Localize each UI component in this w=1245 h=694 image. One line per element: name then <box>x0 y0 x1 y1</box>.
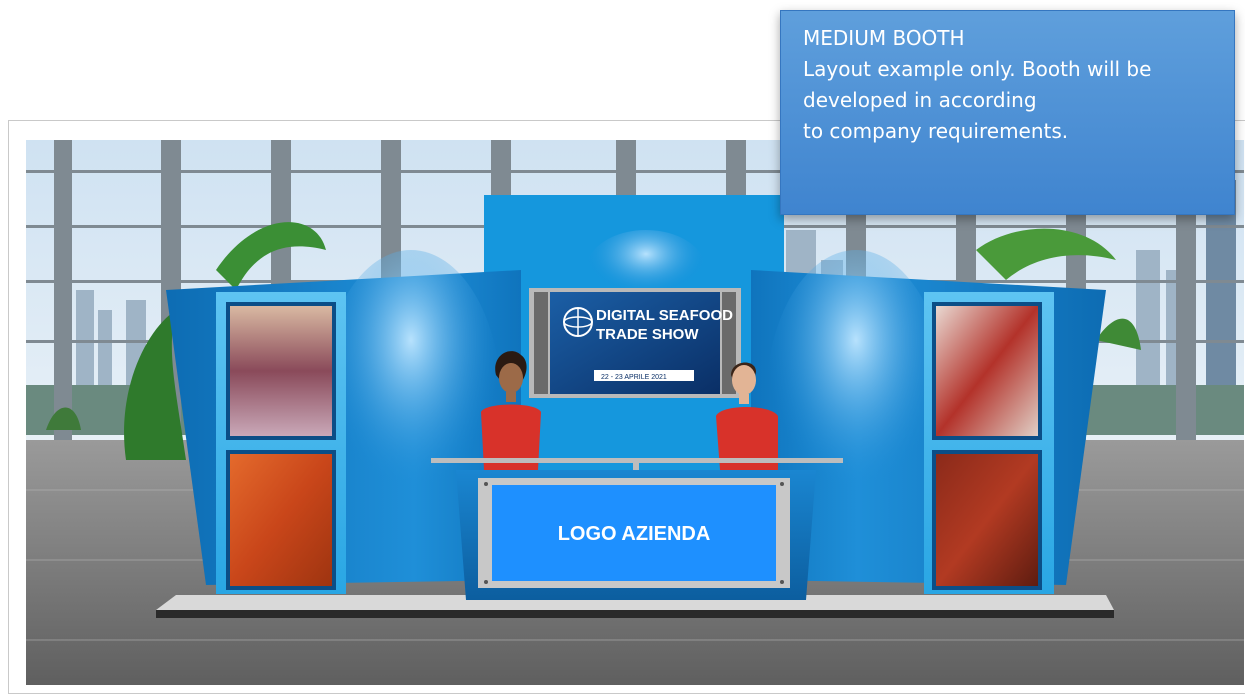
shrimp-photo <box>230 454 332 586</box>
screen-date: 22 - 23 APRILE 2021 <box>601 374 667 381</box>
virtual-booth-scene: DIGITAL SEAFOOD TRADE SHOW 22 - 23 APRIL… <box>26 140 1244 685</box>
booth-info-callout: MEDIUM BOOTH Layout example only. Booth … <box>780 10 1235 215</box>
screen-title-line1: DIGITAL SEAFOOD <box>596 307 733 324</box>
callout-line-2: developed in according <box>803 88 1037 112</box>
lobster-photo <box>936 454 1038 586</box>
desk-logo-text: LOGO AZIENDA <box>558 523 711 545</box>
fish-photo <box>936 306 1038 436</box>
callout-title: MEDIUM BOOTH <box>803 26 965 50</box>
trade-show-screen: DIGITAL SEAFOOD TRADE SHOW 22 - 23 APRIL… <box>529 288 741 398</box>
screen-title-line2: TRADE SHOW <box>596 326 699 343</box>
seafood-market-photo <box>230 306 332 436</box>
callout-line-1: Layout example only. Booth will be <box>803 57 1152 81</box>
callout-line-3: to company requirements. <box>803 119 1069 143</box>
